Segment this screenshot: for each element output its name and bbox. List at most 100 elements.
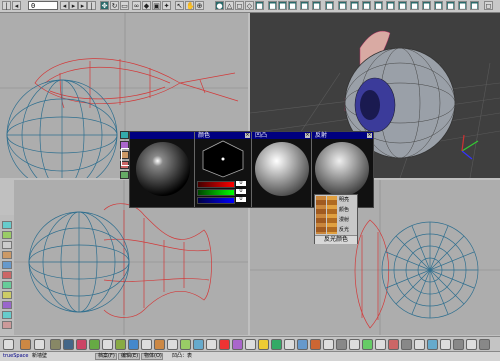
material-swatches-2[interactable] [327, 196, 337, 234]
tool-2-icon[interactable] [20, 339, 31, 350]
tool-a-icon[interactable]: △ [225, 1, 234, 10]
fast-forward-icon[interactable]: ▸ [78, 1, 87, 10]
green-value[interactable]: 0 [236, 189, 246, 194]
tool-i-icon[interactable]: ■ [312, 1, 321, 10]
camera-icon[interactable]: ▣ [152, 1, 161, 10]
tool-b-icon[interactable]: ◻ [235, 1, 244, 10]
tool-8-icon[interactable] [102, 339, 113, 350]
link-tool-icon[interactable]: ∞ [132, 1, 141, 10]
tool-6-icon[interactable] [76, 339, 87, 350]
tool-s-icon[interactable]: ■ [434, 1, 443, 10]
green-slider[interactable] [197, 189, 235, 196]
end-icon[interactable]: | [87, 1, 96, 10]
material-swatches[interactable] [316, 196, 326, 234]
tool-23-icon[interactable] [297, 339, 308, 350]
tool-33-icon[interactable] [427, 339, 438, 350]
tool-j-icon[interactable]: ■ [325, 1, 334, 10]
tool-d-icon[interactable]: ■ [255, 1, 264, 10]
library-f-icon[interactable] [2, 271, 12, 279]
object-menu-button[interactable]: 物体(O) [141, 353, 163, 360]
frame-back-icon[interactable]: ◂ [12, 1, 21, 10]
file-menu-button[interactable]: 档案(F) [95, 353, 117, 360]
tool-17-icon[interactable] [219, 339, 230, 350]
tool-20-icon[interactable] [258, 339, 269, 350]
tool-o-icon[interactable]: ■ [386, 1, 395, 10]
tool-5-icon[interactable] [63, 339, 74, 350]
tool-w-icon[interactable]: ◻ [484, 1, 493, 10]
color-pane[interactable]: 颜色 × 0 0 0 [195, 132, 252, 207]
tool-36-icon[interactable] [466, 339, 477, 350]
red-slider[interactable] [197, 181, 235, 188]
library-b-icon[interactable] [2, 231, 12, 239]
tool-14-icon[interactable] [180, 339, 191, 350]
red-value[interactable]: 0 [236, 181, 246, 186]
tool-g-icon[interactable]: ■ [288, 1, 297, 10]
tool-p-icon[interactable]: ■ [398, 1, 407, 10]
rewind-icon[interactable]: ◂ [60, 1, 69, 10]
blue-value[interactable]: 0 [236, 197, 246, 202]
library-e-icon[interactable] [2, 261, 12, 269]
tool-24-icon[interactable] [310, 339, 321, 350]
tool-7-icon[interactable] [89, 339, 100, 350]
tool-19-icon[interactable] [245, 339, 256, 350]
blue-slider[interactable] [197, 197, 235, 204]
close-icon[interactable]: × [367, 133, 372, 138]
frame-start-icon[interactable]: | [2, 1, 11, 10]
tool-12-icon[interactable] [154, 339, 165, 350]
light-icon[interactable]: ✦ [162, 1, 171, 10]
close-icon[interactable]: × [245, 133, 250, 138]
library-d-icon[interactable] [2, 251, 12, 259]
palette-item-reflect[interactable]: 反光 [339, 226, 349, 233]
tool-27-icon[interactable] [349, 339, 360, 350]
tool-t-icon[interactable]: ■ [446, 1, 455, 10]
tool-e-icon[interactable]: ■ [268, 1, 277, 10]
palette-item-diffuse[interactable]: 漫射 [339, 216, 349, 223]
library-g-icon[interactable] [2, 281, 12, 289]
tool-22-icon[interactable] [284, 339, 295, 350]
tool-13-icon[interactable] [167, 339, 178, 350]
tool-31-icon[interactable] [401, 339, 412, 350]
hand-tool-icon[interactable]: ✋ [185, 1, 195, 10]
tool-15-icon[interactable] [193, 339, 204, 350]
tool-v-icon[interactable]: ■ [470, 1, 479, 10]
tool-4-icon[interactable] [50, 339, 61, 350]
close-icon[interactable]: × [305, 133, 310, 138]
tool-n-icon[interactable]: ■ [374, 1, 383, 10]
reflect-color-label[interactable]: 反光颜色 [315, 235, 357, 244]
tool-k-icon[interactable]: ■ [338, 1, 347, 10]
tool-r-icon[interactable]: ■ [422, 1, 431, 10]
library-a-icon[interactable] [2, 221, 12, 229]
tool-11-icon[interactable] [141, 339, 152, 350]
frame-input[interactable]: 0 [28, 1, 58, 10]
material-sphere-pane[interactable] [130, 132, 195, 207]
library-h-icon[interactable] [2, 291, 12, 299]
bump-pane[interactable]: 凹凸 × [252, 132, 312, 207]
tool-l-icon[interactable]: ■ [350, 1, 359, 10]
tool-3-icon[interactable] [34, 339, 45, 350]
move-tool-icon[interactable]: ✥ [100, 1, 109, 10]
material-icon-1[interactable] [120, 131, 129, 139]
tool-35-icon[interactable] [453, 339, 464, 350]
object-tool-icon[interactable]: ◆ [142, 1, 151, 10]
tool-21-icon[interactable] [271, 339, 282, 350]
zoom-tool-icon[interactable]: ⊕ [195, 1, 204, 10]
tool-f-icon[interactable]: ■ [278, 1, 287, 10]
library-c-icon[interactable] [2, 241, 12, 249]
palette-item-bright[interactable]: 明亮 [339, 196, 349, 203]
tool-18-icon[interactable] [232, 339, 243, 350]
tool-1-icon[interactable] [3, 339, 14, 350]
tool-32-icon[interactable] [414, 339, 425, 350]
render-icon[interactable]: ● [215, 1, 224, 10]
tool-10-icon[interactable] [128, 339, 139, 350]
library-i-icon[interactable] [2, 301, 12, 309]
tool-29-icon[interactable] [375, 339, 386, 350]
tool-25-icon[interactable] [323, 339, 334, 350]
tool-28-icon[interactable] [362, 339, 373, 350]
library-k-icon[interactable] [2, 321, 12, 329]
play-icon[interactable]: ▸ [69, 1, 78, 10]
material-icon-5[interactable] [120, 171, 129, 179]
palette-item-color[interactable]: 颜色 [339, 206, 349, 213]
tool-c-icon[interactable]: ◇ [245, 1, 254, 10]
tool-34-icon[interactable] [440, 339, 451, 350]
edit-menu-button[interactable]: 编辑(E) [118, 353, 140, 360]
